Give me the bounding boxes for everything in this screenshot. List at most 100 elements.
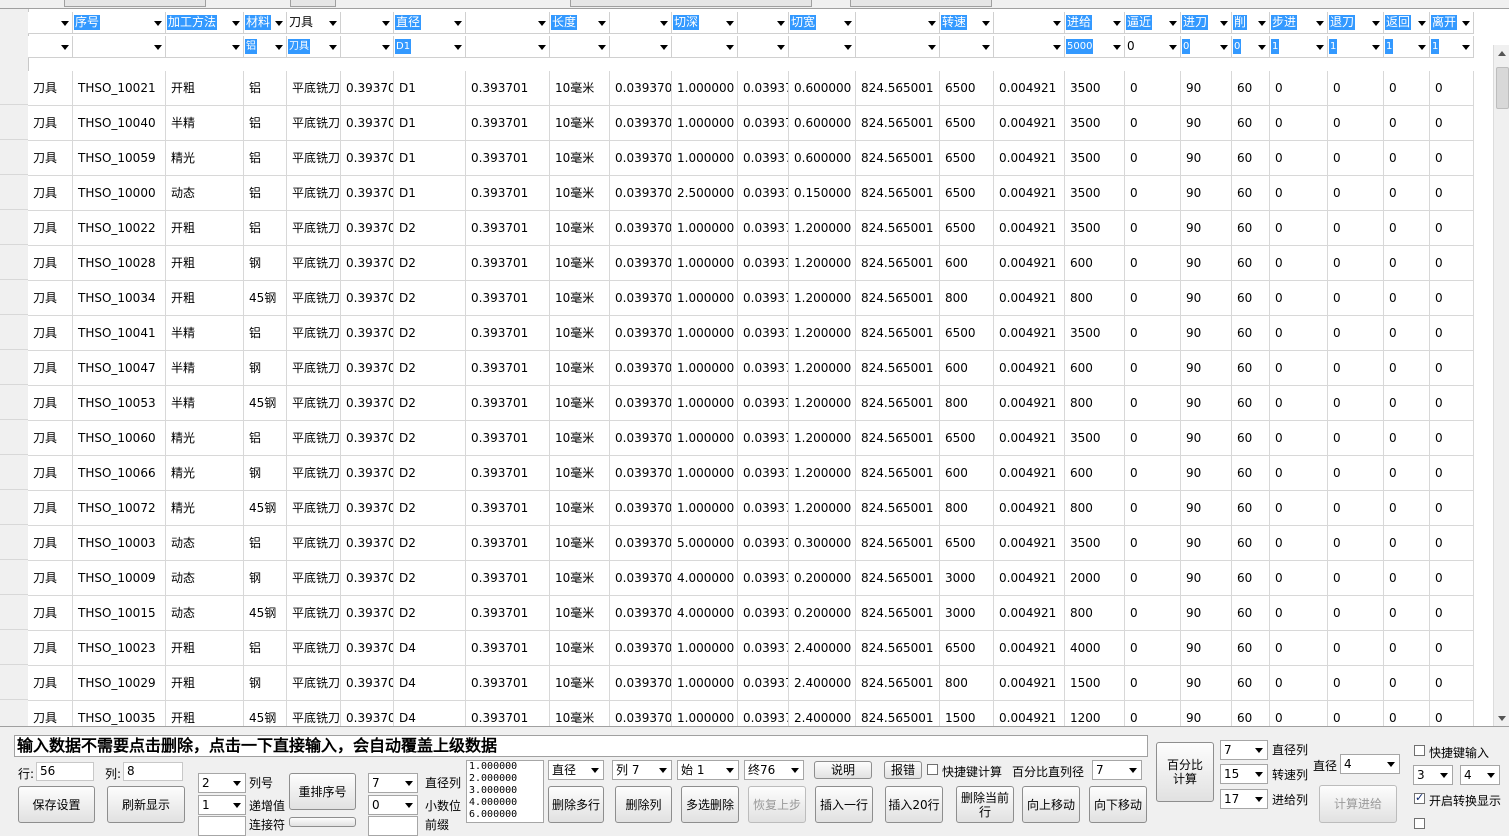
table-cell[interactable]: 0: [1328, 596, 1384, 631]
table-cell[interactable]: 0: [1384, 141, 1430, 176]
table-cell[interactable]: 0: [1125, 421, 1181, 456]
table-cell[interactable]: 0: [1430, 631, 1474, 666]
table-cell[interactable]: 刀具: [28, 701, 73, 727]
table-cell[interactable]: 0: [1125, 71, 1181, 106]
chevron-down-icon[interactable]: [844, 45, 852, 50]
table-cell[interactable]: 精光: [166, 141, 244, 176]
column-header-cell[interactable]: 直径: [394, 12, 466, 34]
table-cell[interactable]: 0.004921: [994, 316, 1065, 351]
table-cell[interactable]: 0.39370: [341, 456, 394, 491]
table-cell[interactable]: THSO_10003: [73, 526, 166, 561]
table-cell[interactable]: 0: [1270, 351, 1328, 386]
filter-cell[interactable]: 1: [1270, 36, 1328, 58]
table-cell[interactable]: 10毫米: [550, 246, 610, 281]
scroll-thumb[interactable]: [1496, 67, 1509, 109]
table-cell[interactable]: 824.565001: [856, 561, 940, 596]
table-cell[interactable]: 0: [1430, 211, 1474, 246]
table-cell[interactable]: 0: [1270, 421, 1328, 456]
table-cell[interactable]: 半精: [166, 316, 244, 351]
enable-convert-checkbox[interactable]: [1414, 791, 1425, 804]
column-header-cell[interactable]: [341, 12, 394, 34]
table-cell[interactable]: 刀具: [28, 351, 73, 386]
table-cell[interactable]: 0.600000: [789, 106, 856, 141]
table-cell[interactable]: 90: [1181, 71, 1232, 106]
table-cell[interactable]: 1.200000: [789, 316, 856, 351]
table-cell[interactable]: 0.03937: [738, 666, 789, 701]
table-cell[interactable]: 6500: [940, 526, 994, 561]
decimal-listbox[interactable]: 1.000000 2.000000 3.000000 4.000000 6.000000…: [466, 760, 544, 823]
chevron-down-icon[interactable]: [1053, 21, 1061, 26]
chevron-down-icon[interactable]: [1316, 45, 1324, 50]
filter-cell[interactable]: 0: [1125, 36, 1181, 58]
table-cell[interactable]: 开粗: [166, 211, 244, 246]
table-cell[interactable]: 0.039370: [610, 351, 672, 386]
renumber-button[interactable]: 重排序号: [289, 773, 356, 810]
chevron-down-icon[interactable]: [1418, 45, 1426, 50]
table-cell[interactable]: 0: [1125, 386, 1181, 421]
table-cell[interactable]: 0.004921: [994, 491, 1065, 526]
table-cell[interactable]: 0.004921: [994, 246, 1065, 281]
table-cell[interactable]: 钢: [244, 666, 287, 701]
table-cell[interactable]: 0: [1430, 666, 1474, 701]
table-cell[interactable]: 铝: [244, 631, 287, 666]
row-header-cell[interactable]: [0, 631, 28, 665]
table-cell[interactable]: 90: [1181, 351, 1232, 386]
table-cell[interactable]: 2.400000: [789, 666, 856, 701]
column-header-cell[interactable]: [466, 12, 550, 34]
table-cell[interactable]: 钢: [244, 561, 287, 596]
chevron-down-icon[interactable]: [1372, 21, 1380, 26]
table-cell[interactable]: 0: [1125, 141, 1181, 176]
table-cell[interactable]: 0.004921: [994, 141, 1065, 176]
table-cell[interactable]: 0: [1270, 701, 1328, 727]
row-header-cell[interactable]: [0, 281, 28, 315]
table-cell[interactable]: 0: [1125, 106, 1181, 141]
table-cell[interactable]: 0: [1384, 701, 1430, 727]
table-cell[interactable]: D2: [394, 561, 466, 596]
table-cell[interactable]: 10毫米: [550, 351, 610, 386]
table-cell[interactable]: 铝: [244, 71, 287, 106]
table-cell[interactable]: 开粗: [166, 71, 244, 106]
column-select[interactable]: 列 7: [612, 760, 672, 780]
column-header-cell[interactable]: [610, 12, 672, 34]
table-cell[interactable]: 800: [940, 491, 994, 526]
table-cell[interactable]: 精光: [166, 456, 244, 491]
start-select[interactable]: 始 1: [677, 760, 739, 780]
table-cell[interactable]: 平底铣刀: [287, 141, 341, 176]
table-cell[interactable]: 1.000000: [672, 351, 738, 386]
chevron-down-icon[interactable]: [275, 45, 283, 50]
filter-cell[interactable]: 5000: [1065, 36, 1125, 58]
table-cell[interactable]: 0.039370: [610, 421, 672, 456]
table-cell[interactable]: 0.004921: [994, 386, 1065, 421]
table-cell[interactable]: 0: [1328, 386, 1384, 421]
table-cell[interactable]: 0.03937: [738, 491, 789, 526]
column-header-cell[interactable]: 返回: [1384, 12, 1430, 34]
table-cell[interactable]: 824.565001: [856, 351, 940, 386]
table-cell[interactable]: 0.393701: [466, 701, 550, 727]
table-cell[interactable]: 824.565001: [856, 456, 940, 491]
extra-button[interactable]: [289, 817, 356, 827]
save-settings-button[interactable]: 保存设置: [18, 786, 95, 823]
table-cell[interactable]: 60: [1232, 701, 1270, 727]
table-cell[interactable]: 0.039370: [610, 71, 672, 106]
diameter-select[interactable]: 直径: [548, 760, 604, 780]
table-cell[interactable]: 60: [1232, 596, 1270, 631]
column-header-cell[interactable]: 加工方法: [166, 12, 244, 34]
table-cell[interactable]: 开粗: [166, 631, 244, 666]
table-cell[interactable]: 刀具: [28, 281, 73, 316]
table-cell[interactable]: 10毫米: [550, 666, 610, 701]
chevron-down-icon[interactable]: [1418, 21, 1426, 26]
table-cell[interactable]: 0.004921: [994, 526, 1065, 561]
chevron-down-icon[interactable]: [777, 21, 785, 26]
table-cell[interactable]: D2: [394, 526, 466, 561]
table-cell[interactable]: THSO_10023: [73, 631, 166, 666]
table-cell[interactable]: 0: [1328, 246, 1384, 281]
table-cell[interactable]: 0.039370: [610, 281, 672, 316]
table-cell[interactable]: D1: [394, 141, 466, 176]
table-cell[interactable]: 60: [1232, 631, 1270, 666]
table-cell[interactable]: 0: [1430, 316, 1474, 351]
table-cell[interactable]: 90: [1181, 596, 1232, 631]
table-cell[interactable]: 90: [1181, 386, 1232, 421]
table-cell[interactable]: 0: [1328, 526, 1384, 561]
table-cell[interactable]: 60: [1232, 71, 1270, 106]
table-cell[interactable]: 0.039370: [610, 386, 672, 421]
